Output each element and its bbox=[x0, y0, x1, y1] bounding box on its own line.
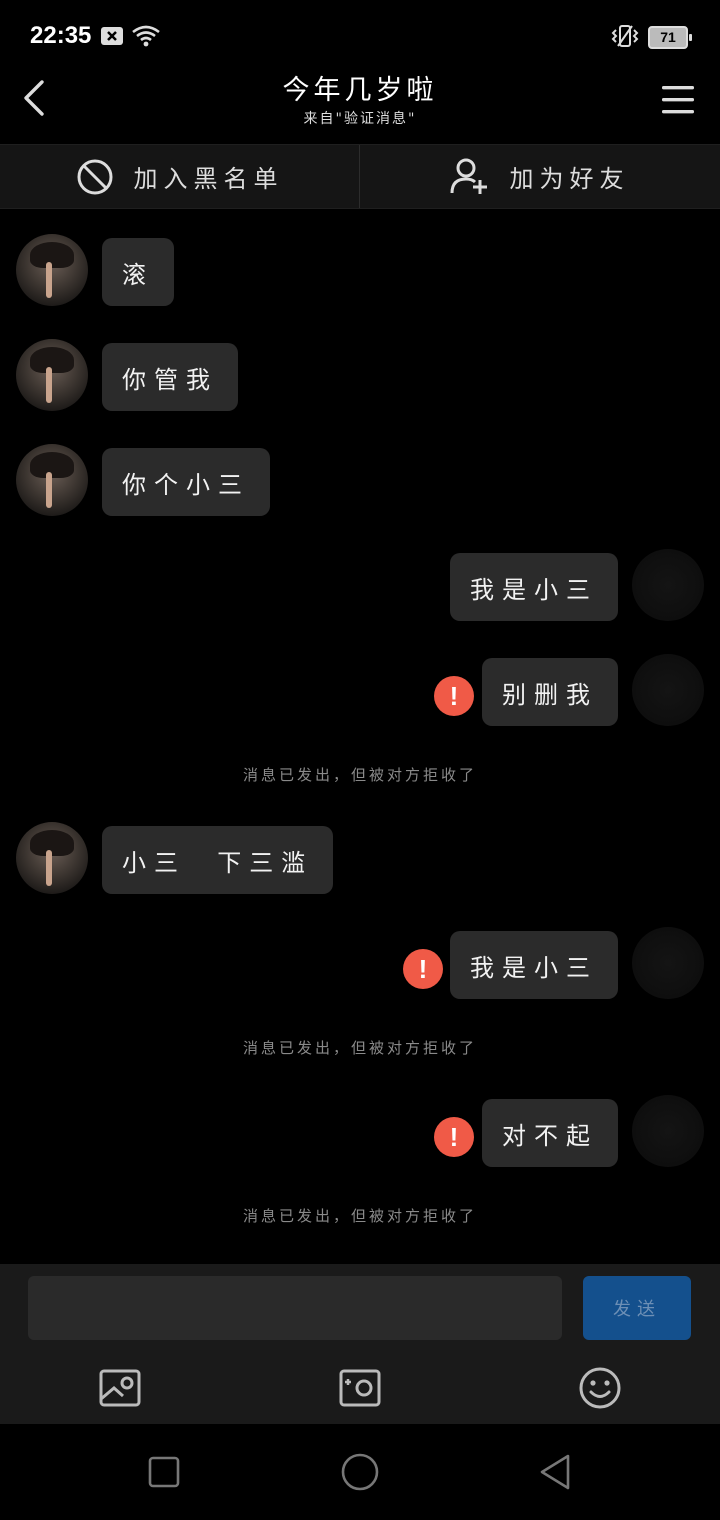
chat-screen: 22:35 71 今年几岁啦 来自"验证消息" 加入黑名单 加为好友 滚 你管我… bbox=[0, 0, 720, 1520]
stranger-action-bar: 加入黑名单 加为好友 bbox=[0, 144, 720, 209]
add-friend-label: 加为好友 bbox=[509, 165, 630, 193]
contact-avatar[interactable] bbox=[16, 822, 88, 894]
camera-icon bbox=[339, 1369, 381, 1407]
block-icon bbox=[77, 159, 112, 194]
outgoing-message-bubble[interactable]: 我是小三 bbox=[450, 931, 618, 999]
add-friend-button[interactable]: 加为好友 bbox=[360, 145, 719, 208]
chat-title: 今年几岁啦 bbox=[282, 75, 438, 106]
rejected-notice: 消息已发出，但被对方拒收了 bbox=[242, 766, 477, 784]
send-failed-icon[interactable]: ! bbox=[403, 949, 443, 989]
vibrate-icon bbox=[610, 24, 640, 52]
smiley-icon bbox=[579, 1367, 621, 1409]
chat-subtitle: 来自"验证消息" bbox=[303, 111, 417, 127]
outgoing-message-bubble[interactable]: 对不起 bbox=[482, 1099, 618, 1167]
image-icon bbox=[99, 1369, 141, 1407]
rejected-notice: 消息已发出，但被对方拒收了 bbox=[242, 1039, 477, 1057]
home-button[interactable] bbox=[340, 1452, 380, 1492]
recent-apps-button[interactable] bbox=[144, 1452, 184, 1492]
my-avatar[interactable] bbox=[632, 927, 704, 999]
my-avatar[interactable] bbox=[632, 1095, 704, 1167]
incoming-message-bubble[interactable]: 小三 下三滥 bbox=[102, 826, 334, 894]
contact-avatar[interactable] bbox=[16, 339, 88, 411]
title-bar: 今年几岁啦 来自"验证消息" bbox=[0, 60, 720, 144]
square-icon bbox=[148, 1456, 180, 1488]
rejected-notice: 消息已发出，但被对方拒收了 bbox=[242, 1207, 477, 1225]
back-nav-button[interactable] bbox=[536, 1452, 576, 1492]
send-button[interactable]: 发送 bbox=[583, 1276, 691, 1340]
photo-picker-button[interactable] bbox=[98, 1366, 142, 1410]
outgoing-message-bubble[interactable]: 我是小三 bbox=[450, 553, 618, 621]
battery-icon: 71 bbox=[648, 26, 692, 49]
outgoing-message-bubble[interactable]: 别删我 bbox=[482, 658, 618, 726]
system-nav-bar bbox=[0, 1424, 720, 1520]
status-time: 22:35 bbox=[30, 22, 92, 49]
camera-button[interactable] bbox=[338, 1366, 382, 1410]
my-avatar[interactable] bbox=[632, 654, 704, 726]
triangle-back-icon bbox=[540, 1454, 570, 1490]
send-failed-icon[interactable]: ! bbox=[434, 1117, 474, 1157]
notification-x-icon bbox=[101, 27, 123, 49]
emoji-button[interactable] bbox=[578, 1366, 622, 1410]
message-input[interactable] bbox=[28, 1276, 562, 1340]
composer-bar: 发送 bbox=[0, 1264, 720, 1424]
contact-avatar[interactable] bbox=[16, 444, 88, 516]
my-avatar[interactable] bbox=[632, 549, 704, 621]
incoming-message-bubble[interactable]: 你个小三 bbox=[102, 448, 270, 516]
wifi-icon bbox=[131, 24, 161, 52]
send-failed-icon[interactable]: ! bbox=[434, 676, 474, 716]
blacklist-label: 加入黑名单 bbox=[133, 165, 284, 193]
add-user-icon bbox=[450, 158, 487, 194]
menu-button[interactable] bbox=[658, 82, 698, 118]
add-to-blacklist-button[interactable]: 加入黑名单 bbox=[0, 145, 359, 208]
incoming-message-bubble[interactable]: 滚 bbox=[102, 238, 174, 306]
incoming-message-bubble[interactable]: 你管我 bbox=[102, 343, 238, 411]
hamburger-menu-icon bbox=[662, 86, 694, 114]
contact-avatar[interactable] bbox=[16, 234, 88, 306]
circle-icon bbox=[341, 1453, 379, 1491]
